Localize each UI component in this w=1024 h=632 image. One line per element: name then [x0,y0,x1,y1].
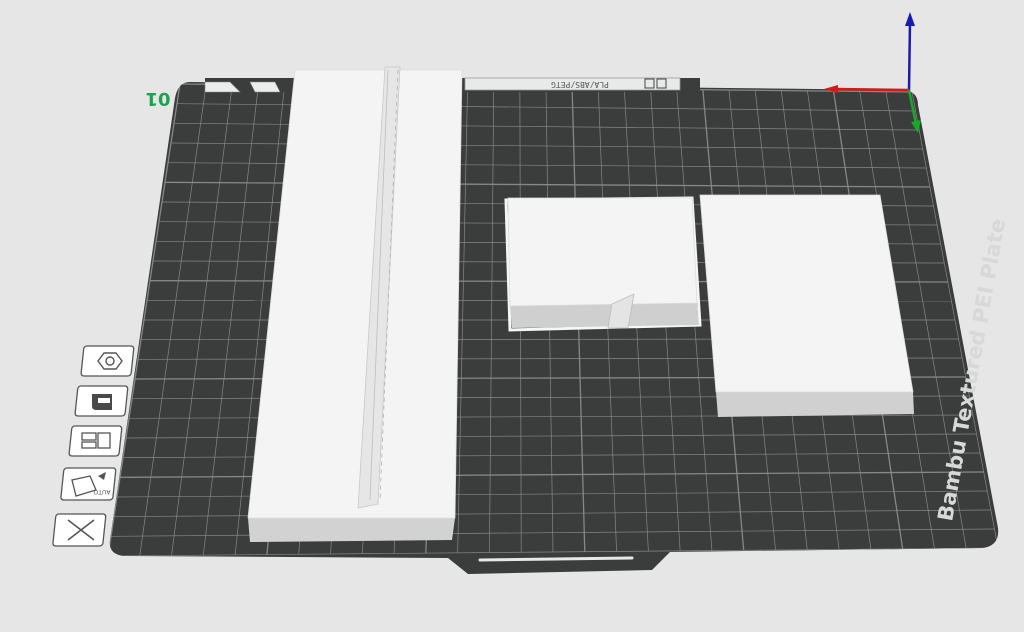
axis-z [907,21,912,91]
delete-plate-button[interactable] [52,513,107,547]
auto-orient-button[interactable]: AUTO [60,467,117,501]
corner-tab-mid [249,81,281,93]
part-top [507,197,698,307]
filament-settings-button[interactable] [74,385,129,417]
build-plate-viewport[interactable]: PLA/ABS/PETG Bambu Textured PEI Plate 01 [0,0,1024,632]
part-side [510,303,699,328]
part-top [699,194,914,393]
button-frame [68,425,123,457]
orient-button[interactable] [80,345,135,377]
auto-orient-caption: AUTO [93,488,110,495]
plate-handle-slot [478,556,634,562]
arrange-button[interactable] [68,425,123,457]
button-frame [80,345,135,377]
part-side [248,518,455,542]
model-part-panel[interactable] [699,194,914,417]
part-side [716,392,914,417]
axis-z-arrow-icon [905,12,915,26]
plate-material-label: PLA/ABS/PETG [551,80,609,89]
model-part-box[interactable] [504,196,702,332]
filament-spool-slot [98,398,110,403]
axis-x [834,87,910,92]
plate-number[interactable]: 01 [145,88,170,109]
button-frame [52,513,107,547]
